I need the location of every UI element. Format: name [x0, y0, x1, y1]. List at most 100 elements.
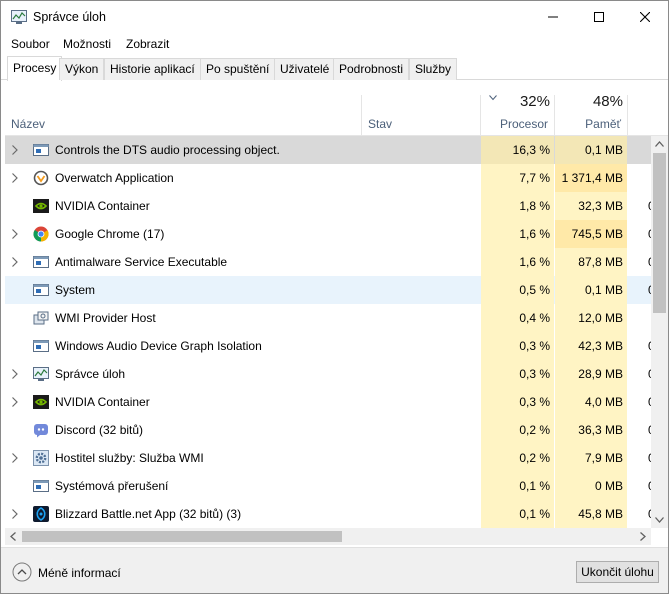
- process-name: Controls the DTS audio processing object…: [55, 143, 280, 157]
- memory-value: 87,8 MB: [578, 255, 623, 269]
- column-memory[interactable]: 48% Paměť: [555, 81, 627, 135]
- vertical-scrollbar[interactable]: [651, 136, 668, 528]
- column-status[interactable]: Stav: [368, 117, 392, 131]
- menu-file[interactable]: Soubor: [11, 37, 50, 51]
- cpu-value: 0,1 %: [519, 507, 550, 521]
- memory-cell: 36,3 MB: [555, 416, 627, 444]
- process-row[interactable]: Google Chrome (17) 1,6 % 745,5 MB 0: [5, 220, 651, 248]
- process-row[interactable]: Správce úloh 0,3 % 28,9 MB 0: [5, 360, 651, 388]
- process-row[interactable]: NVIDIA Container 1,8 % 32,3 MB 0: [5, 192, 651, 220]
- tab-processes[interactable]: Procesy: [7, 56, 63, 81]
- memory-value: 1 371,4 MB: [561, 171, 623, 185]
- expand-chevron-icon[interactable]: [11, 228, 19, 240]
- scroll-left-icon[interactable]: [10, 532, 16, 541]
- expand-chevron-icon[interactable]: [11, 144, 19, 156]
- process-row[interactable]: Blizzard Battle.net App (32 bitů) (3) 0,1…: [5, 500, 651, 528]
- tab-users[interactable]: Uživatelé: [274, 58, 336, 80]
- process-row[interactable]: Overwatch Application 7,7 % 1 371,4 MB: [5, 164, 651, 192]
- process-name: Windows Audio Device Graph Isolation: [55, 339, 262, 353]
- disk-cell: 0: [628, 500, 651, 528]
- disk-cell: 0: [628, 192, 651, 220]
- minimize-button[interactable]: [530, 1, 576, 33]
- scroll-down-icon[interactable]: [655, 517, 664, 523]
- process-name: Blizzard Battle.net App (32 bitů) (3): [55, 507, 242, 521]
- vertical-scroll-thumb[interactable]: [653, 153, 666, 313]
- cpu-value: 16,3 %: [512, 143, 550, 157]
- process-name: Systémová přerušení: [55, 479, 169, 493]
- memory-value: 12,0 MB: [578, 311, 623, 325]
- window-title: Správce úloh: [33, 10, 106, 24]
- maximize-button[interactable]: [576, 1, 622, 33]
- process-name: Správce úloh: [55, 367, 126, 381]
- process-row[interactable]: Controls the DTS audio processing object…: [5, 136, 651, 164]
- title-bar[interactable]: Správce úloh: [1, 1, 668, 33]
- memory-value: 42,3 MB: [578, 339, 623, 353]
- memory-value: 745,5 MB: [571, 227, 623, 241]
- maximize-icon: [594, 12, 604, 22]
- menu-options[interactable]: Možnosti: [63, 37, 111, 51]
- cpu-value: 0,1 %: [519, 479, 550, 493]
- process-row[interactable]: Antimalware Service Executable 1,6 % 87,8 …: [5, 248, 651, 276]
- tab-app-history[interactable]: Historie aplikací: [104, 58, 201, 80]
- column-name[interactable]: Název: [11, 117, 45, 131]
- column-divider[interactable]: [361, 95, 362, 135]
- memory-cell: 1 371,4 MB: [555, 164, 627, 192]
- memory-cell: 0,1 MB: [555, 276, 627, 304]
- tab-performance[interactable]: Výkon: [59, 58, 105, 80]
- expand-chevron-icon[interactable]: [11, 508, 19, 520]
- process-row[interactable]: Discord (32 bitů) 0,2 % 36,3 MB 0: [5, 416, 651, 444]
- process-row[interactable]: NVIDIA Container 0,3 % 4,0 MB 0: [5, 388, 651, 416]
- window-icon: [33, 282, 49, 298]
- tab-startup[interactable]: Po spuštění: [200, 58, 276, 80]
- expand-chevron-icon[interactable]: [11, 452, 19, 464]
- process-row[interactable]: System 0,5 % 0,1 MB 0: [5, 276, 651, 304]
- memory-cell: 0,1 MB: [555, 136, 627, 164]
- expand-chevron-icon[interactable]: [11, 368, 19, 380]
- column-cpu[interactable]: 32% Procesor: [481, 81, 554, 135]
- tab-details[interactable]: Podrobnosti: [333, 58, 410, 80]
- disk-cell: 0: [628, 360, 651, 388]
- process-name: Discord (32 bitů): [55, 423, 144, 437]
- cpu-cell: 1,8 %: [481, 192, 554, 220]
- close-icon: [640, 12, 650, 22]
- fewer-details-link[interactable]: Méně informací: [38, 566, 121, 580]
- collapse-chevron-icon[interactable]: [12, 562, 32, 582]
- scroll-right-icon[interactable]: [640, 532, 646, 541]
- memory-cell: 7,9 MB: [555, 444, 627, 472]
- memory-cell: 12,0 MB: [555, 304, 627, 332]
- wmi-icon: [33, 310, 49, 326]
- expand-chevron-icon[interactable]: [11, 396, 19, 408]
- disk-cell: [628, 136, 651, 164]
- scroll-up-icon[interactable]: [655, 141, 664, 147]
- expand-chevron-icon[interactable]: [11, 256, 19, 268]
- task-manager-window: Správce úloh Soubor Možnosti Zobrazit Pr…: [0, 0, 669, 594]
- tab-services[interactable]: Služby: [409, 58, 458, 80]
- process-row[interactable]: Systémová přerušení 0,1 % 0 MB 0: [5, 472, 651, 500]
- cpu-cell: 0,1 %: [481, 472, 554, 500]
- tab-strip: Procesy Výkon Historie aplikací Po spušt…: [1, 56, 668, 81]
- footer-bar: Méně informací Ukončit úlohu: [1, 547, 668, 593]
- process-row[interactable]: Windows Audio Device Graph Isolation 0,3 …: [5, 332, 651, 360]
- cpu-value: 0,4 %: [519, 311, 550, 325]
- horizontal-scrollbar[interactable]: [5, 528, 651, 545]
- horizontal-scroll-thumb[interactable]: [22, 531, 342, 542]
- gear-icon: [33, 450, 49, 466]
- disk-cell: [628, 304, 651, 332]
- cpu-value: 1,6 %: [519, 227, 550, 241]
- memory-value: 0,1 MB: [584, 283, 623, 297]
- process-name: WMI Provider Host: [55, 311, 156, 325]
- end-task-button[interactable]: Ukončit úlohu: [576, 561, 659, 583]
- process-row[interactable]: Hostitel služby: Služba WMI 0,2 % 7,9 MB 0: [5, 444, 651, 472]
- disk-cell: 0: [628, 220, 651, 248]
- process-row[interactable]: WMI Provider Host 0,4 % 12,0 MB: [5, 304, 651, 332]
- column-header: Název Stav 32% Procesor 48% Paměť: [5, 81, 668, 136]
- close-button[interactable]: [622, 1, 668, 33]
- memory-value: 32,3 MB: [578, 199, 623, 213]
- menu-view[interactable]: Zobrazit: [126, 37, 169, 51]
- expand-chevron-icon[interactable]: [11, 172, 19, 184]
- memory-column-label: Paměť: [585, 117, 621, 131]
- cpu-value: 0,3 %: [519, 339, 550, 353]
- disk-cell: 0: [628, 388, 651, 416]
- column-divider[interactable]: [627, 95, 628, 135]
- cpu-value: 0,3 %: [519, 395, 550, 409]
